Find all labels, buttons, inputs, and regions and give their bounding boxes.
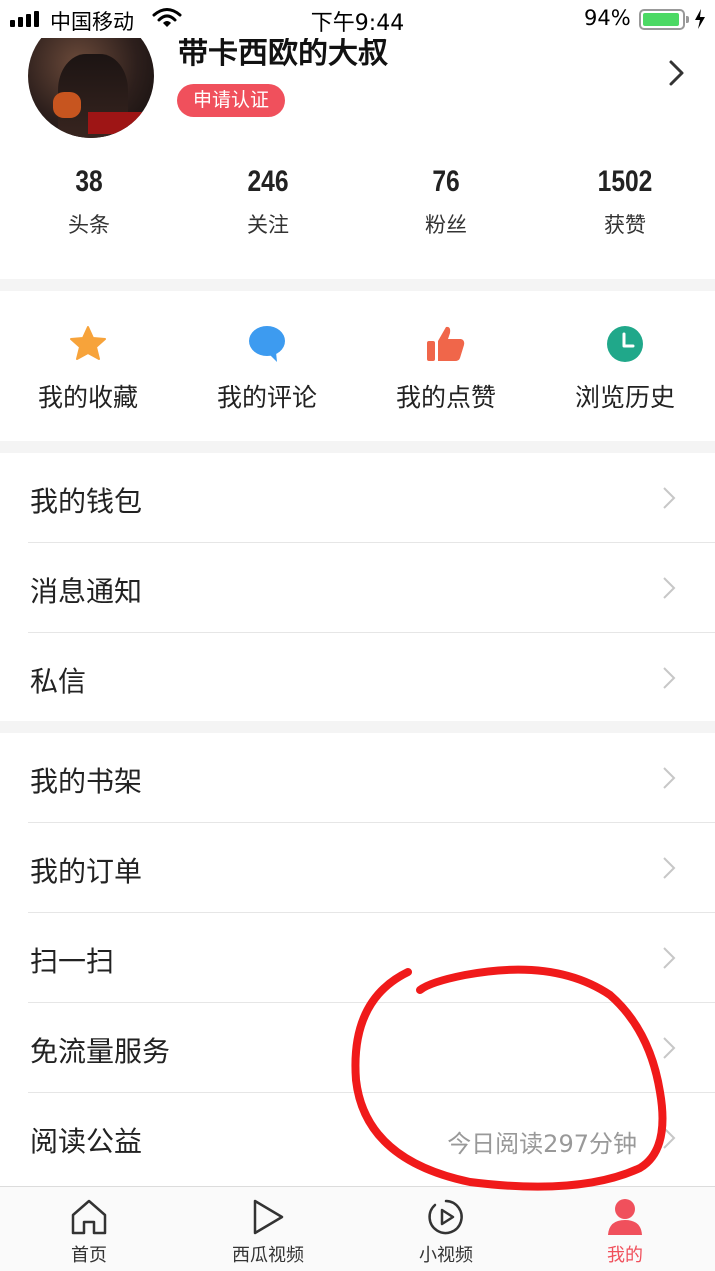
stat-value: 1502 <box>597 165 653 198</box>
home-icon <box>71 1199 107 1235</box>
section-divider <box>0 441 715 453</box>
chevron-right-icon <box>663 1037 676 1059</box>
quick-actions: 我的收藏 我的评论 我的点赞 浏览历史 <box>0 292 715 442</box>
quick-action-label: 我的收藏 <box>37 383 138 412</box>
menu-item-label: 我的订单 <box>30 855 143 888</box>
stat-value: 76 <box>432 165 460 198</box>
verify-button[interactable]: 申请认证 <box>177 84 286 117</box>
tab-label: 小视频 <box>419 1245 473 1266</box>
play-icon <box>253 1199 284 1235</box>
stat-value: 246 <box>247 165 289 198</box>
tab-bar: 首页 西瓜视频 小视频 我的 <box>0 1186 715 1271</box>
status-bar: 中国移动 下午9:44 94% <box>0 0 715 38</box>
menu-item-label: 我的书架 <box>30 765 143 798</box>
thumbs-up-icon <box>427 326 465 361</box>
menu-item-notifications[interactable]: 消息通知 <box>0 543 715 633</box>
menu-item-label: 消息通知 <box>30 575 143 608</box>
charging-icon <box>695 9 705 29</box>
menu-item-reading-charity[interactable]: 阅读公益 今日阅读297分钟 <box>0 1093 715 1183</box>
stat-likes[interactable]: 1502 获赞 <box>555 165 695 239</box>
quick-favorites[interactable]: 我的收藏 <box>3 322 173 414</box>
menu-item-scan[interactable]: 扫一扫 <box>0 913 715 1003</box>
menu-item-label: 私信 <box>30 665 87 698</box>
chevron-right-icon <box>663 857 676 879</box>
quick-action-label: 浏览历史 <box>574 383 675 412</box>
tab-home[interactable]: 首页 <box>19 1197 159 1267</box>
stat-value: 38 <box>75 165 103 198</box>
star-icon <box>70 326 106 360</box>
chevron-right-icon <box>663 767 676 789</box>
menu-item-label: 阅读公益 <box>30 1125 143 1158</box>
quick-likes[interactable]: 我的点赞 <box>361 322 531 414</box>
stat-following[interactable]: 246 关注 <box>198 165 338 239</box>
chevron-right-icon <box>663 667 676 689</box>
menu-item-label: 我的钱包 <box>30 485 143 518</box>
stat-label: 头条 <box>68 213 110 237</box>
user-icon <box>608 1199 642 1235</box>
battery-icon <box>639 9 689 30</box>
stat-label: 粉丝 <box>425 213 467 237</box>
quick-history[interactable]: 浏览历史 <box>540 322 710 414</box>
quick-action-label: 我的评论 <box>216 383 317 412</box>
chevron-right-icon[interactable] <box>668 58 686 88</box>
menu-item-orders[interactable]: 我的订单 <box>0 823 715 913</box>
chevron-right-icon <box>663 1127 676 1149</box>
tab-me[interactable]: 我的 <box>555 1197 695 1267</box>
quick-comments[interactable]: 我的评论 <box>182 322 352 414</box>
tab-label: 西瓜视频 <box>232 1245 304 1266</box>
stat-fans[interactable]: 76 粉丝 <box>376 165 516 239</box>
chevron-right-icon <box>663 947 676 969</box>
reading-time-value: 今日阅读297分钟 <box>447 1130 637 1158</box>
tab-short-video[interactable]: 小视频 <box>376 1197 516 1267</box>
menu-item-label: 扫一扫 <box>30 945 115 978</box>
menu-item-free-data[interactable]: 免流量服务 <box>0 1003 715 1093</box>
stat-label: 获赞 <box>604 213 646 237</box>
menu-item-messages[interactable]: 私信 <box>0 633 715 723</box>
short-video-icon <box>428 1199 463 1235</box>
section-divider <box>0 279 715 291</box>
chevron-right-icon <box>663 487 676 509</box>
tab-label: 首页 <box>71 1245 107 1266</box>
battery-percent: 94% <box>584 6 631 30</box>
chevron-right-icon <box>663 577 676 599</box>
menu-item-wallet[interactable]: 我的钱包 <box>0 453 715 543</box>
section-divider <box>0 721 715 733</box>
stat-label: 关注 <box>247 213 289 237</box>
quick-action-label: 我的点赞 <box>395 383 496 412</box>
tab-label: 我的 <box>607 1245 643 1266</box>
menu-item-bookshelf[interactable]: 我的书架 <box>0 733 715 823</box>
tab-xigua-video[interactable]: 西瓜视频 <box>198 1197 338 1267</box>
stat-headlines[interactable]: 38 头条 <box>19 165 159 239</box>
clock-icon <box>607 326 643 362</box>
stats-row: 38 头条 246 关注 76 粉丝 1502 获赞 <box>0 165 715 245</box>
menu-item-label: 免流量服务 <box>30 1035 171 1068</box>
comment-icon <box>249 326 285 362</box>
